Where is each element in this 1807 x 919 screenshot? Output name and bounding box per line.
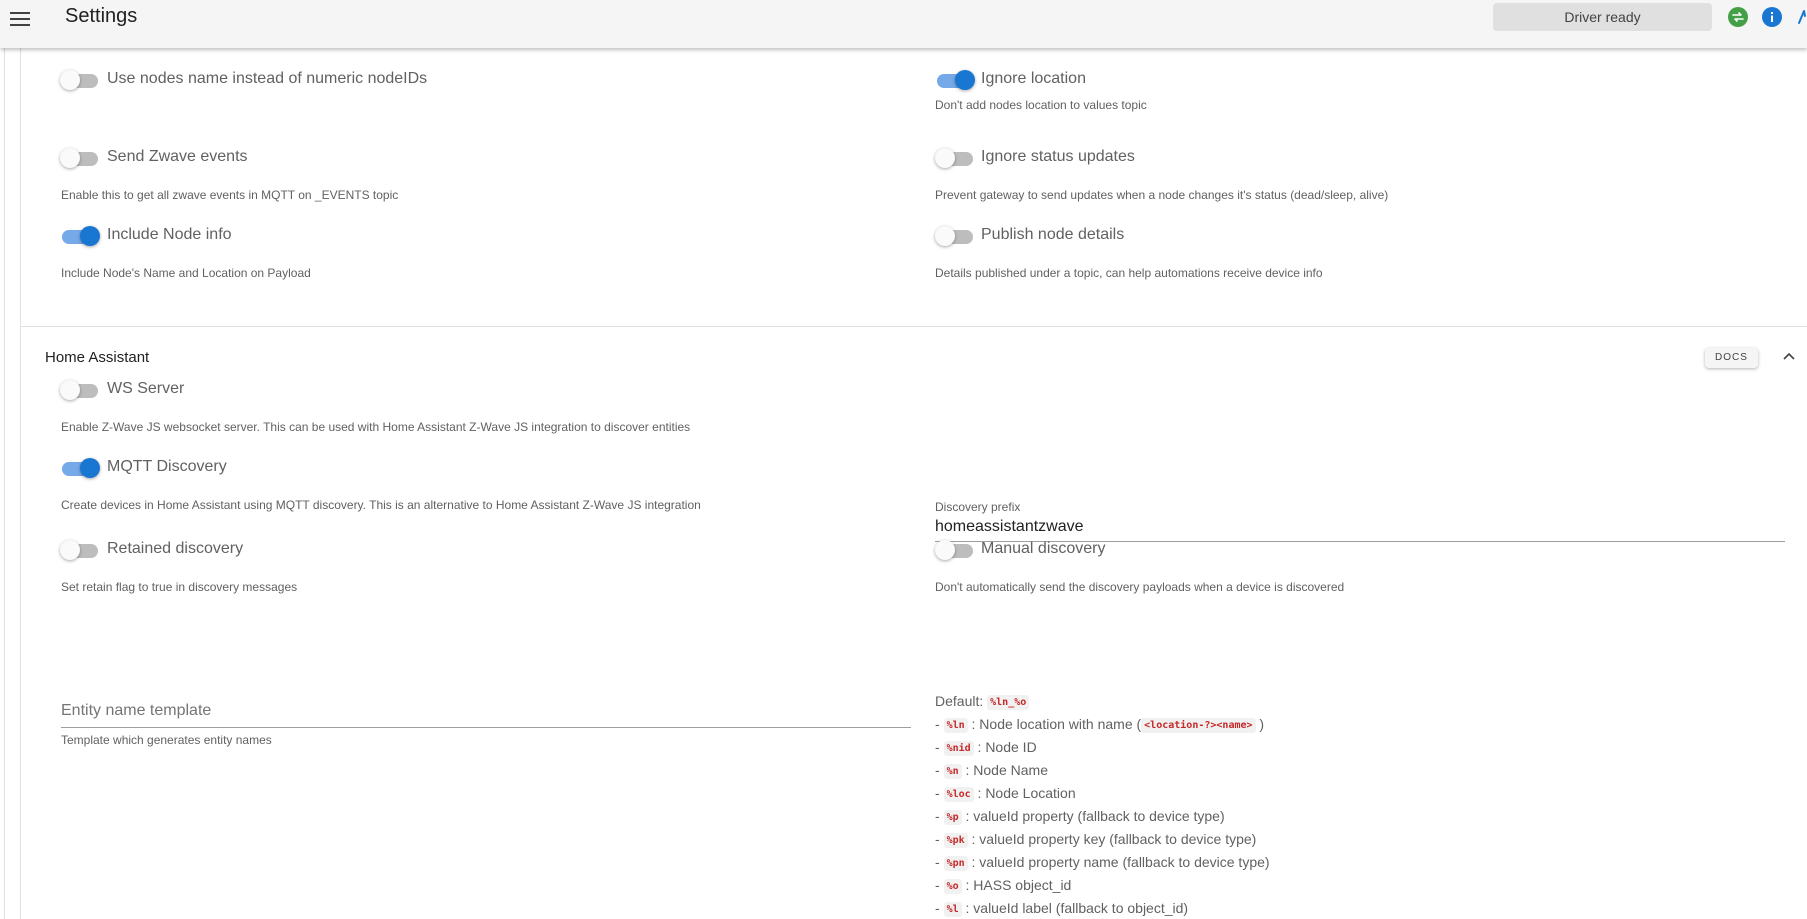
template-default-code: %ln_%o — [987, 695, 1030, 710]
publish-node-details-hint: Details published under a topic, can hel… — [935, 266, 1323, 280]
template-code: %pk — [943, 833, 968, 848]
panel-border — [20, 48, 21, 919]
publish-node-details-label: Publish node details — [981, 226, 1125, 243]
template-default-label: Default: — [935, 693, 984, 709]
template-desc: : valueId property key (fallback to devi… — [971, 831, 1257, 847]
settings-content: Use nodes name instead of numeric nodeID… — [0, 48, 1807, 919]
include-node-info-hint: Include Node's Name and Location on Payl… — [61, 266, 311, 280]
template-desc: : Node ID — [977, 739, 1037, 755]
nav-border — [4, 48, 5, 919]
template-help-item: - %loc : Node Location — [935, 785, 1076, 802]
retained-discovery-switch[interactable] — [60, 539, 100, 561]
template-help-item: - %nid : Node ID — [935, 739, 1037, 756]
ws-server-label: WS Server — [107, 380, 185, 397]
info-icon[interactable] — [1762, 7, 1782, 27]
template-desc: : Node Name — [965, 762, 1048, 778]
entity-name-template-underline — [61, 727, 911, 728]
section-divider — [20, 326, 1807, 327]
ws-server-hint: Enable Z-Wave JS websocket server. This … — [61, 420, 691, 434]
template-default: Default: %ln_%o — [935, 691, 1030, 711]
page-title: Settings — [65, 5, 138, 27]
template-help-item: - %p : valueId property (fallback to dev… — [935, 808, 1225, 825]
template-extra-code: <location-?><name> — [1141, 718, 1256, 733]
send-zwave-events-hint: Enable this to get all zwave events in M… — [61, 188, 399, 202]
send-zwave-events-label: Send Zwave events — [107, 148, 248, 165]
extra-action-icon[interactable] — [1796, 7, 1807, 27]
sync-icon[interactable] — [1728, 7, 1748, 27]
publish-node-details-switch[interactable] — [935, 225, 975, 247]
discovery-prefix-input[interactable] — [935, 516, 1785, 538]
template-desc: : HASS object_id — [965, 877, 1072, 893]
ignore-status-hint: Prevent gateway to send updates when a n… — [935, 188, 1389, 202]
include-node-info-switch[interactable] — [60, 225, 100, 247]
template-help-item: - %o : HASS object_id — [935, 877, 1072, 894]
home-assistant-title: Home Assistant — [45, 349, 150, 366]
ignore-location-switch[interactable] — [935, 69, 975, 91]
template-code: %nid — [943, 741, 974, 756]
template-help-item: - %pn : valueId property name (fallback … — [935, 854, 1270, 871]
template-help-item: - %n : Node Name — [935, 762, 1048, 779]
manual-discovery-switch[interactable] — [935, 539, 975, 561]
template-code: %n — [943, 764, 962, 779]
mqtt-discovery-label: MQTT Discovery — [107, 458, 227, 475]
include-node-info-label: Include Node info — [107, 226, 232, 243]
use-node-names-label: Use nodes name instead of numeric nodeID… — [107, 70, 428, 87]
template-help-item: - %l : valueId label (fallback to object… — [935, 900, 1189, 917]
send-zwave-events-switch[interactable] — [60, 147, 100, 169]
template-help-item: - %ln : Node location with name (<locati… — [935, 716, 1265, 733]
discovery-prefix-label: Discovery prefix — [935, 500, 1021, 514]
template-desc: : valueId property (fallback to device t… — [965, 808, 1225, 824]
use-node-names-switch[interactable] — [60, 69, 100, 91]
template-desc: : valueId property name (fallback to dev… — [971, 854, 1270, 870]
menu-icon[interactable] — [10, 10, 32, 28]
ignore-status-label: Ignore status updates — [981, 148, 1135, 165]
ws-server-switch[interactable] — [60, 379, 100, 401]
ignore-location-hint: Don't add nodes location to values topic — [935, 98, 1147, 112]
retained-discovery-hint: Set retain flag to true in discovery mes… — [61, 580, 298, 594]
chevron-up-icon[interactable] — [1781, 348, 1797, 364]
template-code: %p — [943, 810, 962, 825]
driver-status-chip[interactable]: Driver ready — [1493, 3, 1712, 31]
template-code: %o — [943, 879, 962, 894]
template-code: %ln — [943, 718, 968, 733]
template-code: %l — [943, 902, 962, 917]
docs-button[interactable]: DOCS — [1705, 348, 1758, 368]
template-desc-after: ) — [1259, 716, 1265, 732]
app-bar: Settings Driver ready — [0, 0, 1807, 48]
template-code: %loc — [943, 787, 974, 802]
manual-discovery-label: Manual discovery — [981, 540, 1106, 557]
retained-discovery-label: Retained discovery — [107, 540, 244, 557]
template-code: %pn — [943, 856, 968, 871]
template-help-item: - %pk : valueId property key (fallback t… — [935, 831, 1257, 848]
entity-name-template-input[interactable] — [61, 700, 911, 722]
template-desc: : valueId label (fallback to object_id) — [965, 900, 1189, 916]
template-desc: : Node location with name ( — [971, 716, 1142, 732]
ignore-location-label: Ignore location — [981, 70, 1086, 87]
mqtt-discovery-switch[interactable] — [60, 457, 100, 479]
ignore-status-switch[interactable] — [935, 147, 975, 169]
mqtt-discovery-hint: Create devices in Home Assistant using M… — [61, 498, 701, 512]
entity-name-template-hint: Template which generates entity names — [61, 733, 272, 747]
manual-discovery-hint: Don't automatically send the discovery p… — [935, 580, 1345, 594]
template-desc: : Node Location — [977, 785, 1076, 801]
